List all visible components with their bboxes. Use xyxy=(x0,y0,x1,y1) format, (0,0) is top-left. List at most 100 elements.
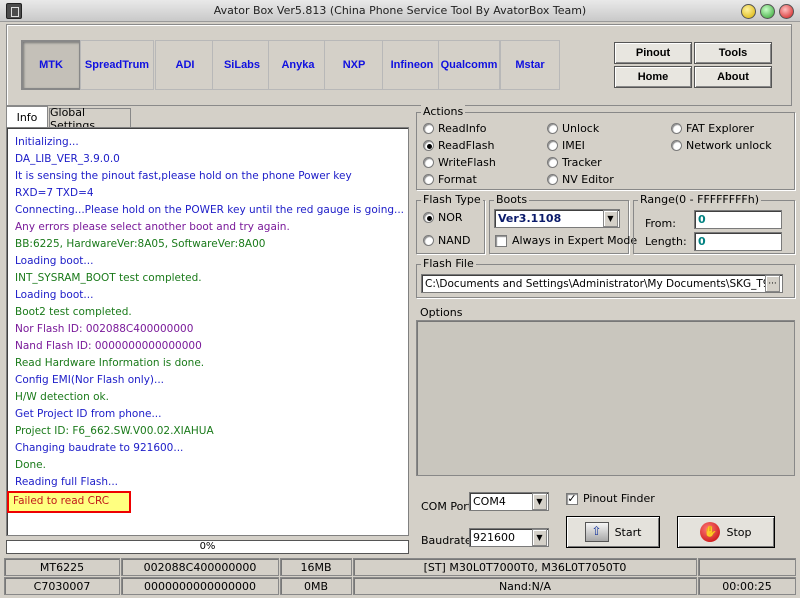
flash-file-input[interactable]: C:\Documents and Settings\Administrator\… xyxy=(421,274,783,293)
status-flash-model: [ST] M30L0T7000T0, M36L0T7050T0 xyxy=(353,558,697,576)
expert-mode-label: Always in Expert Mode xyxy=(512,234,638,247)
progress-bar: 0% xyxy=(6,540,409,554)
start-label: Start xyxy=(614,525,642,539)
status-hw-id: C7030007 xyxy=(4,577,120,595)
flash-file-path: C:\Documents and Settings\Administrator\… xyxy=(425,277,777,290)
baudrate-value: 921600 xyxy=(473,531,515,544)
log-line-error: Failed to read CRC xyxy=(7,491,132,513)
baudrate-label: Baudrate xyxy=(421,534,472,547)
status-chip: MT6225 xyxy=(4,558,120,576)
range-from-value: 0 xyxy=(698,213,706,226)
action-label-fat-explorer: FAT Explorer xyxy=(686,122,755,135)
window-title: Avator Box Ver5.813 (China Phone Service… xyxy=(213,4,587,17)
tab-info[interactable]: Info xyxy=(6,106,48,128)
log-line: Get Project ID from phone... xyxy=(15,408,162,420)
flash-type-nor-label: NOR xyxy=(438,211,463,224)
flash-file-label: Flash File xyxy=(421,257,476,270)
stop-icon: ✋ xyxy=(700,522,721,542)
action-radio-unlock[interactable] xyxy=(547,123,558,134)
vendor-button-mstar[interactable]: Mstar xyxy=(500,40,560,90)
vendor-button-qualcomm[interactable]: Qualcomm xyxy=(438,40,500,90)
baudrate-dropdown-icon[interactable]: ▼ xyxy=(532,529,547,546)
close-button[interactable] xyxy=(779,4,794,19)
log-line: Loading boot... xyxy=(15,255,94,267)
log-line: DA_LIB_VER_3.9.0.0 xyxy=(15,153,120,165)
action-label-nv-editor: NV Editor xyxy=(562,173,614,186)
log-panel: Initializing... DA_LIB_VER_3.9.0.0 It is s… xyxy=(6,127,409,536)
action-radio-readinfo[interactable] xyxy=(423,123,434,134)
action-radio-fat-explorer[interactable] xyxy=(671,123,682,134)
com-port-dropdown-icon[interactable]: ▼ xyxy=(532,493,547,510)
log-line: Any errors please select another boot an… xyxy=(15,221,290,233)
log-line: Initializing... xyxy=(15,136,79,148)
expert-mode-checkbox[interactable] xyxy=(495,235,507,247)
status-timer: 00:00:25 xyxy=(698,577,796,595)
browse-button[interactable]: ··· xyxy=(765,275,780,292)
log-line: Read Hardware Information is done. xyxy=(15,357,205,369)
vendor-button-anyka[interactable]: Anyka xyxy=(268,40,328,90)
vendor-button-nxp[interactable]: NXP xyxy=(324,40,384,90)
progress-text: 0% xyxy=(199,541,216,552)
vendor-button-adi[interactable]: ADI xyxy=(155,40,215,90)
action-radio-nv-editor[interactable] xyxy=(547,174,558,185)
log-line: Reading full Flash... xyxy=(15,476,119,488)
com-port-value: COM4 xyxy=(473,495,506,508)
status-nand-size: 0MB xyxy=(280,577,352,595)
tab-global-settings[interactable]: Global Settings xyxy=(49,106,131,132)
action-radio-network-unlock[interactable] xyxy=(671,140,682,151)
action-label-readflash: ReadFlash xyxy=(438,139,495,152)
maximize-button[interactable] xyxy=(760,4,775,19)
minimize-button[interactable] xyxy=(741,4,756,19)
action-label-format: Format xyxy=(438,173,477,186)
range-length-input[interactable]: 0 xyxy=(694,232,782,251)
home-button[interactable]: Home xyxy=(614,66,692,88)
action-radio-tracker[interactable] xyxy=(547,157,558,168)
log-line: Boot2 test completed. xyxy=(15,306,132,318)
action-radio-writeflash[interactable] xyxy=(423,157,434,168)
start-button[interactable]: ⇧ Start xyxy=(566,516,660,548)
status-nor-size: 16MB xyxy=(280,558,352,576)
log-line: Nand Flash ID: 0000000000000000 xyxy=(15,340,202,352)
options-label: Options xyxy=(420,306,463,319)
log-line: RXD=7 TXD=4 xyxy=(15,187,94,199)
action-radio-format[interactable] xyxy=(423,174,434,185)
boots-dropdown-icon[interactable]: ▼ xyxy=(603,210,618,227)
action-label-tracker: Tracker xyxy=(562,156,602,169)
log-line: Changing baudrate to 921600... xyxy=(15,442,184,454)
action-label-imei: IMEI xyxy=(562,139,585,152)
stop-button[interactable]: ✋ Stop xyxy=(677,516,775,548)
pinout-finder-label: Pinout Finder xyxy=(583,492,655,505)
status-nand-model: Nand:N/A xyxy=(353,577,697,595)
title-bar: Avator Box Ver5.813 (China Phone Service… xyxy=(0,0,800,22)
flash-type-nand-radio[interactable] xyxy=(423,235,434,246)
boots-select[interactable]: Ver3.1108 xyxy=(494,209,620,228)
tools-button[interactable]: Tools xyxy=(694,42,772,64)
vendor-button-silabs[interactable]: SiLabs xyxy=(212,40,272,90)
log-line: Nor Flash ID: 002088C400000000 xyxy=(15,323,194,335)
status-nand-id: 0000000000000000 xyxy=(121,577,279,595)
status-empty xyxy=(698,558,796,576)
pinout-button[interactable]: Pinout xyxy=(614,42,692,64)
action-label-unlock: Unlock xyxy=(562,122,600,135)
vendor-button-spreadtrum[interactable]: SpreadTrum xyxy=(80,40,154,90)
action-radio-readflash[interactable] xyxy=(423,140,434,151)
status-nor-id: 002088C400000000 xyxy=(121,558,279,576)
pinout-finder-checkbox[interactable]: ✓ xyxy=(566,493,578,505)
vendor-button-infineon[interactable]: Infineon xyxy=(382,40,442,90)
log-line: Loading boot... xyxy=(15,289,94,301)
action-label-network-unlock: Network unlock xyxy=(686,139,772,152)
vendor-button-mtk[interactable]: MTK xyxy=(21,40,81,90)
action-radio-imei[interactable] xyxy=(547,140,558,151)
start-icon: ⇧ xyxy=(584,522,609,542)
flash-type-label: Flash Type xyxy=(421,193,483,206)
flash-type-nor-radio[interactable] xyxy=(423,212,434,223)
action-label-writeflash: WriteFlash xyxy=(438,156,496,169)
range-length-value: 0 xyxy=(698,235,706,248)
range-from-input[interactable]: 0 xyxy=(694,210,782,229)
range-from-label: From: xyxy=(645,217,676,230)
range-label: Range(0 - FFFFFFFFh) xyxy=(638,193,761,206)
range-length-label: Length: xyxy=(645,235,687,248)
about-button[interactable]: About xyxy=(694,66,772,88)
boots-label: Boots xyxy=(494,193,530,206)
actions-label: Actions xyxy=(421,105,466,118)
